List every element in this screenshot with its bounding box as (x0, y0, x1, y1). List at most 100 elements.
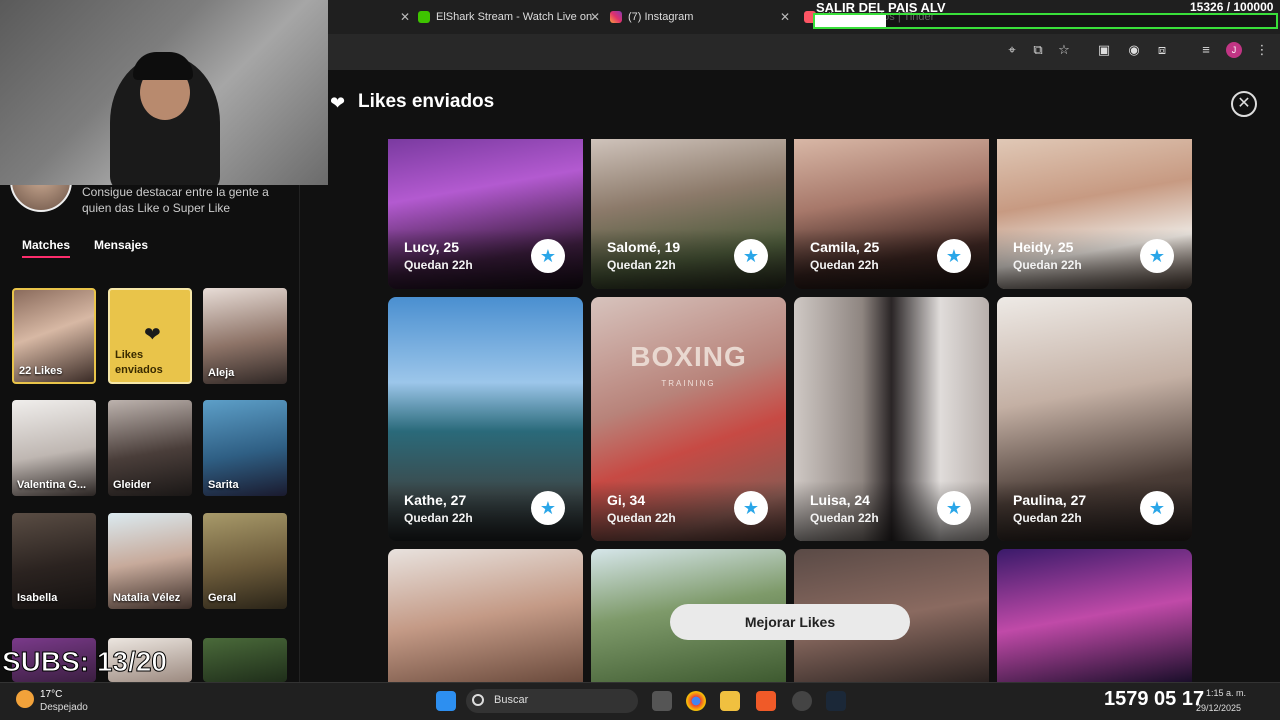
weather-condition: Despejado (40, 702, 88, 713)
tab-elshark[interactable]: ElShark Stream - Watch Live on (418, 6, 592, 28)
tab-label: (7) Instagram (628, 11, 694, 23)
profile-card[interactable] (388, 549, 583, 682)
upgrade-likes-button[interactable]: Mejorar Likes (670, 604, 910, 640)
profile-remaining: Quedan 22h (607, 258, 676, 272)
match-name: Aleja (208, 367, 235, 379)
bookmark-star-icon[interactable]: ☆ (1056, 42, 1072, 58)
super-like-star-icon[interactable]: ★ (937, 491, 971, 525)
overlay-clock: 1579 05 17 (1104, 688, 1205, 710)
profile-card[interactable]: Paulina, 27 Quedan 22h ★ (997, 297, 1192, 541)
heart-icon: ❤ (144, 324, 161, 346)
promo-text: Consigue destacar entre la gente a quien… (82, 185, 269, 215)
profile-name: Kathe, 27 (404, 492, 467, 508)
profile-name: Camila, 25 (810, 239, 880, 255)
profile-remaining: Quedan 22h (810, 258, 879, 272)
playlist-icon[interactable]: ≡ (1198, 42, 1214, 58)
app-icon[interactable] (792, 691, 812, 711)
hearts-icon: ❤ (330, 93, 346, 113)
profile-name: Paulina, 27 (1013, 492, 1087, 508)
super-like-star-icon[interactable]: ★ (531, 239, 565, 273)
match-card[interactable] (203, 638, 287, 682)
profile-card[interactable]: Luisa, 24 Quedan 22h ★ (794, 297, 989, 541)
match-card[interactable]: Natalia Vélez (108, 513, 192, 609)
profile-card[interactable]: Heidy, 25 Quedan 22h ★ (997, 139, 1192, 289)
extension-icon[interactable]: ◉ (1126, 42, 1142, 58)
webcam-overlay (0, 0, 328, 185)
match-name: Gleider (113, 479, 151, 491)
match-card[interactable]: Aleja (203, 288, 287, 384)
boxing-headline: BOXING (630, 341, 747, 372)
close-icon[interactable]: ✕ (1231, 91, 1257, 117)
super-like-star-icon[interactable]: ★ (531, 491, 565, 525)
weather-icon[interactable] (16, 690, 34, 708)
match-card[interactable]: 22 Likes (12, 288, 96, 384)
profile-remaining: Quedan 22h (1013, 511, 1082, 525)
tab-messages[interactable]: Mensajes (94, 238, 148, 252)
tab-close-icon[interactable]: ✕ (770, 6, 790, 28)
stream-goal-title: SALIR DEL PAIS ALV (816, 0, 946, 15)
match-card[interactable]: Isabella (12, 513, 96, 609)
profile-name: Heidy, 25 (1013, 239, 1074, 255)
profile-remaining: Quedan 22h (404, 511, 473, 525)
super-like-star-icon[interactable]: ★ (734, 239, 768, 273)
profile-card[interactable]: BOXING TRAINING Gi, 34 Quedan 22h ★ (591, 297, 786, 541)
chrome-icon[interactable] (686, 691, 706, 711)
steam-icon[interactable] (826, 691, 846, 711)
profile-remaining: Quedan 22h (607, 511, 676, 525)
tab-close-icon[interactable]: ✕ (580, 6, 600, 28)
tab-instagram[interactable]: (7) Instagram (610, 6, 693, 28)
super-like-star-icon[interactable]: ★ (937, 239, 971, 273)
profile-name: Gi, 34 (607, 492, 646, 508)
match-card[interactable]: Geral (203, 513, 287, 609)
super-like-star-icon[interactable]: ★ (1140, 239, 1174, 273)
clock-date: 29/12/2025 (1196, 703, 1242, 713)
match-card[interactable]: Gleider (108, 400, 192, 496)
modal-title: Likes enviados (358, 91, 495, 112)
extension-icon[interactable]: ▣ (1096, 42, 1112, 58)
boxing-subline: TRAINING (661, 379, 716, 388)
profile-card[interactable]: Camila, 25 Quedan 22h ★ (794, 139, 989, 289)
kick-icon (418, 11, 430, 23)
profile-name: Salomé, 19 (607, 239, 681, 255)
file-explorer-icon[interactable] (720, 691, 740, 711)
search-icon (472, 694, 484, 706)
profile-card[interactable] (997, 549, 1192, 682)
windows-start-icon[interactable] (436, 691, 456, 711)
likes-sent-card[interactable]: ❤ Likes enviados (108, 288, 192, 384)
match-card[interactable]: Sarita (203, 400, 287, 496)
search-label: Buscar (494, 694, 529, 706)
profile-card[interactable]: Salomé, 19 Quedan 22h ★ (591, 139, 786, 289)
puzzle-icon[interactable]: ⧈ (1154, 42, 1170, 58)
match-name: Geral (208, 592, 237, 604)
task-view-icon[interactable] (652, 691, 672, 711)
brave-icon[interactable] (756, 691, 776, 711)
subs-counter: SUBS: 13/20 (2, 646, 168, 678)
match-name: Valentina G... (17, 479, 87, 491)
profile-card[interactable]: Lucy, 25 Quedan 22h ★ (388, 139, 583, 289)
location-icon[interactable]: ⌖ (1004, 42, 1020, 58)
tab-matches[interactable]: Matches (22, 238, 71, 258)
cast-icon[interactable]: ⧉ (1030, 42, 1046, 58)
match-name: Natalia Vélez (113, 592, 181, 604)
profile-avatar[interactable]: J (1226, 42, 1242, 58)
tab-close-icon[interactable]: ✕ (390, 6, 410, 28)
stream-goal-progress (813, 13, 1278, 29)
profile-remaining: Quedan 22h (404, 258, 473, 272)
super-like-star-icon[interactable]: ★ (1140, 491, 1174, 525)
profile-remaining: Quedan 22h (810, 511, 879, 525)
profile-remaining: Quedan 22h (1013, 258, 1082, 272)
match-name: Likes enviados (115, 349, 163, 376)
match-name: Sarita (208, 479, 239, 491)
clock-time: 1:15 a. m. (1206, 688, 1247, 698)
weather-temperature: 17°C (40, 689, 63, 700)
taskbar-search[interactable] (466, 689, 638, 713)
match-card[interactable]: Valentina G... (12, 400, 96, 496)
profile-name: Lucy, 25 (404, 239, 459, 255)
screen: ElShark Stream - Watch Live on ✕ ✕ (7) I… (0, 0, 1280, 720)
super-like-star-icon[interactable]: ★ (734, 491, 768, 525)
instagram-icon (610, 11, 622, 23)
stream-goal-count: 15326 / 100000 (1190, 0, 1274, 14)
profile-card[interactable]: Kathe, 27 Quedan 22h ★ (388, 297, 583, 541)
match-name: Isabella (17, 592, 58, 604)
menu-icon[interactable]: ⋮ (1254, 42, 1270, 58)
